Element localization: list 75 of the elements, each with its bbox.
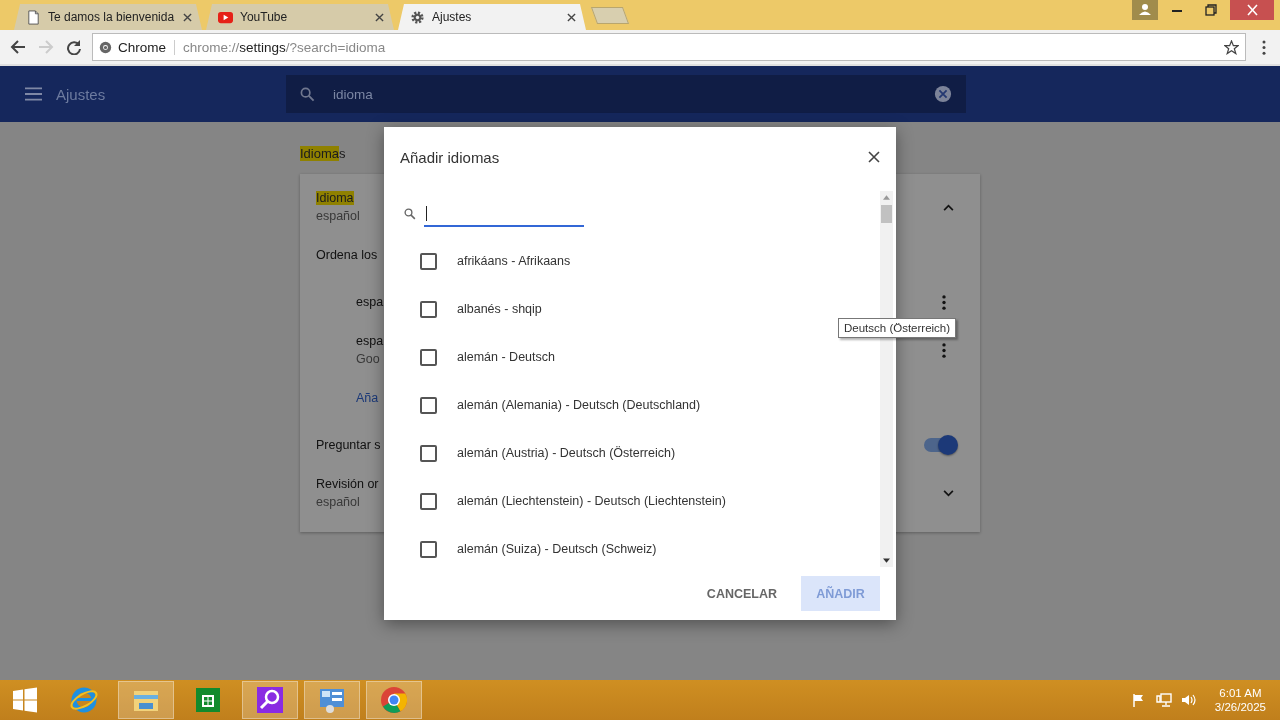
close-icon[interactable] [567, 12, 576, 22]
volume-icon[interactable] [1180, 692, 1197, 708]
search-icon [404, 208, 416, 220]
language-label: afrikáans - Afrikaans [457, 254, 571, 268]
browser-tab[interactable]: Te damos la bienvenida [14, 4, 202, 30]
browser-icon [69, 685, 99, 715]
search-icon [300, 86, 315, 102]
user-icon[interactable] [1132, 0, 1158, 20]
taskbar-app[interactable] [304, 681, 360, 719]
tab-title: Te damos la bienvenida [48, 10, 176, 24]
checkbox[interactable] [420, 252, 437, 270]
setting-label: Ordena los [316, 248, 378, 262]
scrollbar-thumb[interactable] [881, 205, 892, 223]
chevron-down-icon[interactable] [943, 489, 954, 497]
taskbar-app[interactable] [242, 681, 298, 719]
star-icon[interactable] [1224, 39, 1239, 55]
setting-label: espa [356, 334, 384, 348]
clock-date[interactable]: 3/26/2025 [1214, 701, 1266, 713]
clock-time[interactable]: 6:01 AM [1219, 687, 1262, 699]
language-label: alemán (Suiza) - Deutsch (Schweiz) [457, 542, 657, 556]
tab-title: YouTube [240, 10, 289, 24]
browser-tab[interactable]: YouTube [206, 4, 394, 30]
network-icon[interactable] [1155, 692, 1172, 708]
setting-value: Goo [356, 352, 380, 366]
language-label: alemán (Austria) - Deutsch (Österreich) [457, 446, 676, 460]
reload-icon[interactable] [66, 39, 82, 55]
checkbox[interactable] [420, 540, 437, 558]
more-icon[interactable] [942, 342, 946, 358]
language-label: alemán (Alemania) - Deutsch (Deutschland) [457, 398, 701, 412]
checkbox[interactable] [420, 492, 437, 510]
menu-icon[interactable] [1262, 39, 1266, 55]
more-icon[interactable] [942, 294, 946, 310]
clear-icon[interactable] [934, 85, 952, 103]
checkbox[interactable] [420, 348, 437, 366]
setting-label: espa [356, 295, 384, 309]
close-icon[interactable] [183, 12, 192, 22]
settings-title: Ajustes [56, 85, 107, 103]
setting-value: español [316, 209, 360, 223]
setting-label: Idioma [316, 191, 354, 205]
browser-tab[interactable]: Ajustes [398, 4, 586, 30]
language-label: alemán - Deutsch [457, 350, 555, 364]
back-icon[interactable] [10, 39, 26, 55]
chrome-icon [99, 40, 112, 54]
url-text: chrome://settings/?search=idioma [182, 39, 386, 55]
checkbox[interactable] [420, 444, 437, 462]
menu-icon[interactable] [25, 87, 42, 101]
page-icon [26, 9, 41, 25]
tab-title: Ajustes [432, 10, 473, 24]
tooltip: Deutsch (Österreich) [838, 318, 957, 338]
dialog-title: Añadir idiomas [400, 148, 501, 166]
windows-start-icon[interactable] [12, 687, 38, 713]
close-icon[interactable] [1230, 0, 1274, 20]
play-icon [218, 9, 233, 25]
setting-value: español [316, 495, 360, 509]
gear-icon [410, 9, 425, 25]
search-value: idioma [333, 86, 373, 102]
setting-label: Revisión or [316, 477, 379, 491]
setting-label: Preguntar s [316, 438, 381, 452]
scroll-down-icon[interactable] [883, 558, 890, 564]
add-languages-link[interactable]: Aña [356, 391, 379, 405]
taskbar-app[interactable] [366, 681, 422, 719]
chevron-up-icon[interactable] [943, 203, 954, 211]
search-icon [255, 685, 285, 715]
site-label: Chrome [118, 39, 175, 55]
checkbox[interactable] [420, 396, 437, 414]
language-label: alemán (Liechtenstein) - Deutsch (Liechtenstein) [457, 494, 726, 508]
address-bar[interactable]: Chrome chrome://settings/?search=idioma [92, 33, 1246, 61]
language-label: albanés - shqip [457, 302, 542, 316]
close-icon[interactable] [868, 151, 880, 163]
checkbox[interactable] [420, 300, 437, 318]
cancel-button[interactable]: CANCELAR [706, 576, 777, 611]
store-icon [193, 685, 223, 715]
settings-search-field[interactable]: idioma [286, 75, 966, 113]
close-icon[interactable] [375, 12, 384, 22]
chrome-icon [379, 685, 409, 715]
